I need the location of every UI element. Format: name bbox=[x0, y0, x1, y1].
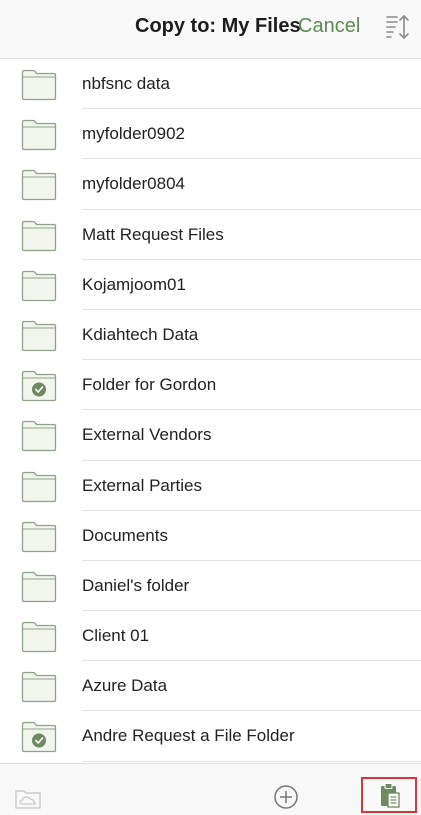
folder-name: Kdiahtech Data bbox=[82, 324, 199, 344]
folder-name: Daniel's folder bbox=[82, 575, 190, 595]
folder-row[interactable]: Matt Request Files bbox=[0, 210, 421, 260]
folder-row[interactable]: Documents bbox=[0, 511, 421, 561]
folder-row[interactable]: Client 01 bbox=[0, 611, 421, 662]
folder-row[interactable]: Andre Request a File Folder bbox=[0, 711, 421, 762]
folder-name: Azure Data bbox=[82, 676, 168, 696]
folder-icon bbox=[21, 619, 57, 653]
folder-icon bbox=[21, 117, 57, 151]
folder-name: Folder for Gordon bbox=[82, 375, 217, 395]
copy-to-screen: Copy to: My Files Cancel nbfsnc data myfo… bbox=[0, 0, 421, 815]
folder-icon bbox=[21, 519, 57, 553]
folder-name: myfolder0902 bbox=[82, 124, 186, 144]
folder-name: Andre Request a File Folder bbox=[82, 726, 295, 746]
add-circle-icon[interactable] bbox=[273, 784, 299, 810]
folder-row[interactable]: Kdiahtech Data bbox=[0, 310, 421, 361]
folder-row[interactable]: myfolder0804 bbox=[0, 159, 421, 210]
folder-name: External Vendors bbox=[82, 425, 212, 445]
folder-row[interactable]: Azure Data bbox=[0, 661, 421, 712]
folder-icon bbox=[21, 268, 57, 302]
folder-icon bbox=[21, 318, 57, 352]
folder-row[interactable]: myfolder0902 bbox=[0, 109, 421, 160]
folder-list: nbfsnc data myfolder0902 myfolder0804 Matt … bbox=[0, 59, 421, 763]
folder-icon bbox=[21, 218, 57, 252]
folder-icon bbox=[21, 569, 57, 603]
folder-name: Matt Request Files bbox=[82, 224, 224, 244]
folder-icon bbox=[21, 469, 57, 503]
folder-name: Kojamjoom01 bbox=[82, 274, 186, 294]
folder-row[interactable]: External Parties bbox=[0, 461, 421, 511]
folder-icon bbox=[21, 669, 57, 703]
cancel-button[interactable]: Cancel bbox=[298, 15, 360, 38]
paste-icon bbox=[381, 783, 400, 808]
folder-name: External Parties bbox=[82, 475, 202, 495]
folder-row[interactable]: nbfsnc data bbox=[0, 59, 421, 110]
paste-button[interactable] bbox=[361, 777, 417, 813]
page-title: Copy to: My Files bbox=[135, 15, 301, 37]
request-folder-icon bbox=[21, 368, 57, 402]
folder-icon bbox=[21, 167, 57, 201]
folder-row[interactable]: Kojamjoom01 bbox=[0, 260, 421, 310]
folder-icon bbox=[21, 67, 57, 101]
navigation-bar: Copy to: My Files Cancel bbox=[0, 0, 421, 59]
row-divider bbox=[82, 760, 421, 762]
folder-row[interactable]: External Vendors bbox=[0, 410, 421, 461]
bottom-toolbar bbox=[0, 763, 421, 815]
folder-name: nbfsnc data bbox=[82, 74, 170, 93]
folder-name: myfolder0804 bbox=[82, 174, 186, 194]
cloud-folder-icon bbox=[14, 786, 42, 810]
folder-row[interactable]: Folder for Gordon bbox=[0, 360, 421, 411]
folder-icon bbox=[21, 418, 57, 452]
sort-icon[interactable] bbox=[385, 13, 411, 41]
folder-row[interactable]: Daniel's folder bbox=[0, 561, 421, 612]
folder-name: Client 01 bbox=[82, 626, 150, 646]
request-folder-icon bbox=[21, 719, 57, 753]
folder-name: Documents bbox=[82, 525, 168, 545]
